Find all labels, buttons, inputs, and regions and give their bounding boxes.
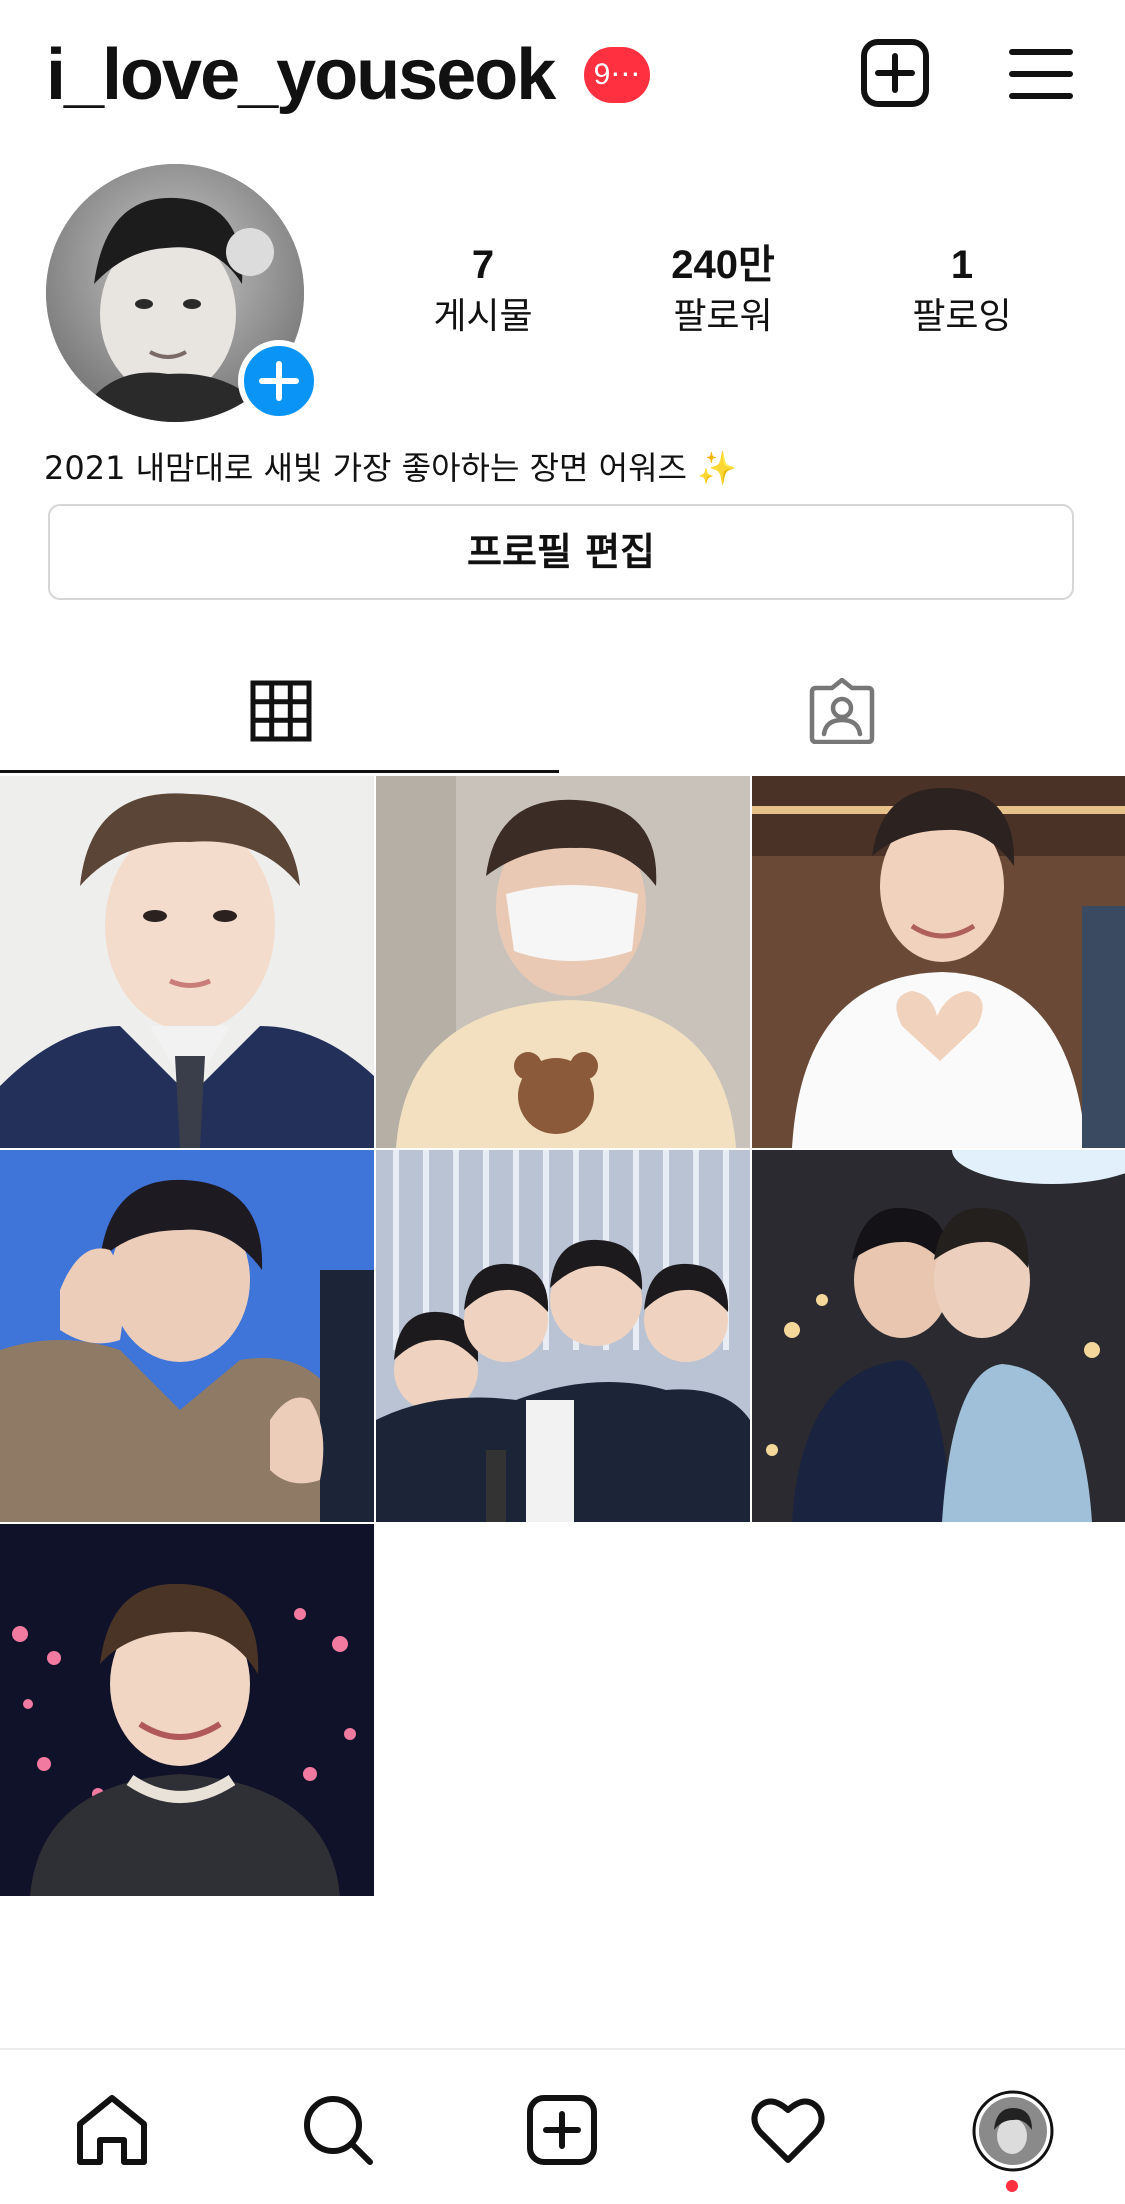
bottom-navigation [0,2048,1125,2204]
add-story-button[interactable] [238,340,320,422]
post-image [376,776,750,1148]
followers-stat[interactable]: 240만 팔로워 [623,240,823,342]
hamburger-menu-icon [1009,49,1073,99]
nav-home[interactable] [72,2090,152,2170]
profile-avatar-icon [972,2090,1054,2172]
plus-icon [259,361,299,401]
profile-avatar-area[interactable] [46,164,320,426]
profile-notification-dot [1006,2180,1018,2192]
followers-label: 팔로워 [673,296,773,337]
grid-icon [250,680,312,742]
followers-count: 240만 [671,243,775,287]
post-thumbnail-2[interactable] [376,776,750,1148]
following-count: 1 [950,243,974,287]
home-icon [77,2095,147,2165]
post-thumbnail-7[interactable] [0,1524,374,1896]
profile-tabs [0,640,1125,772]
nav-create[interactable] [522,2090,602,2170]
profile-bio: 2021 내맘대로 새빛 가장 좋아하는 장면 어워즈 ✨ [44,449,737,487]
create-button[interactable] [860,38,930,108]
tab-tagged[interactable] [562,640,1124,772]
tab-posts-grid[interactable] [0,640,562,772]
post-thumbnail-6[interactable] [752,1150,1125,1522]
post-image [752,1150,1125,1522]
post-thumbnail-5[interactable] [376,1150,750,1522]
edit-profile-button[interactable]: 프로필 편집 [48,504,1074,600]
post-thumbnail-3[interactable] [752,776,1125,1148]
post-image [0,776,374,1148]
post-image [752,776,1125,1148]
posts-count: 7 [471,243,495,287]
create-post-icon [527,2095,597,2165]
heart-icon [751,2098,825,2163]
selected-tab-indicator [0,770,559,773]
profile-header: i_love_youseok 9⋯ [0,0,1125,150]
tagged-person-icon [809,678,875,744]
posts-stat[interactable]: 7 게시물 [383,240,583,342]
post-image [376,1150,750,1522]
menu-button[interactable] [1008,44,1074,104]
username-title[interactable]: i_love_youseok [46,30,556,120]
search-icon [304,2096,373,2165]
following-stat[interactable]: 1 팔로잉 [862,240,1062,342]
post-thumbnail-4[interactable] [0,1150,374,1522]
nav-activity[interactable] [748,2090,828,2170]
post-thumbnail-1[interactable] [0,776,374,1148]
posts-label: 게시물 [433,296,533,337]
plus-square-icon [861,39,929,107]
nav-search[interactable] [298,2090,378,2170]
post-image [0,1524,374,1896]
nav-profile[interactable] [972,2090,1054,2172]
notification-badge[interactable]: 9⋯ [584,47,650,103]
post-image [0,1150,374,1522]
following-label: 팔로잉 [912,296,1012,337]
